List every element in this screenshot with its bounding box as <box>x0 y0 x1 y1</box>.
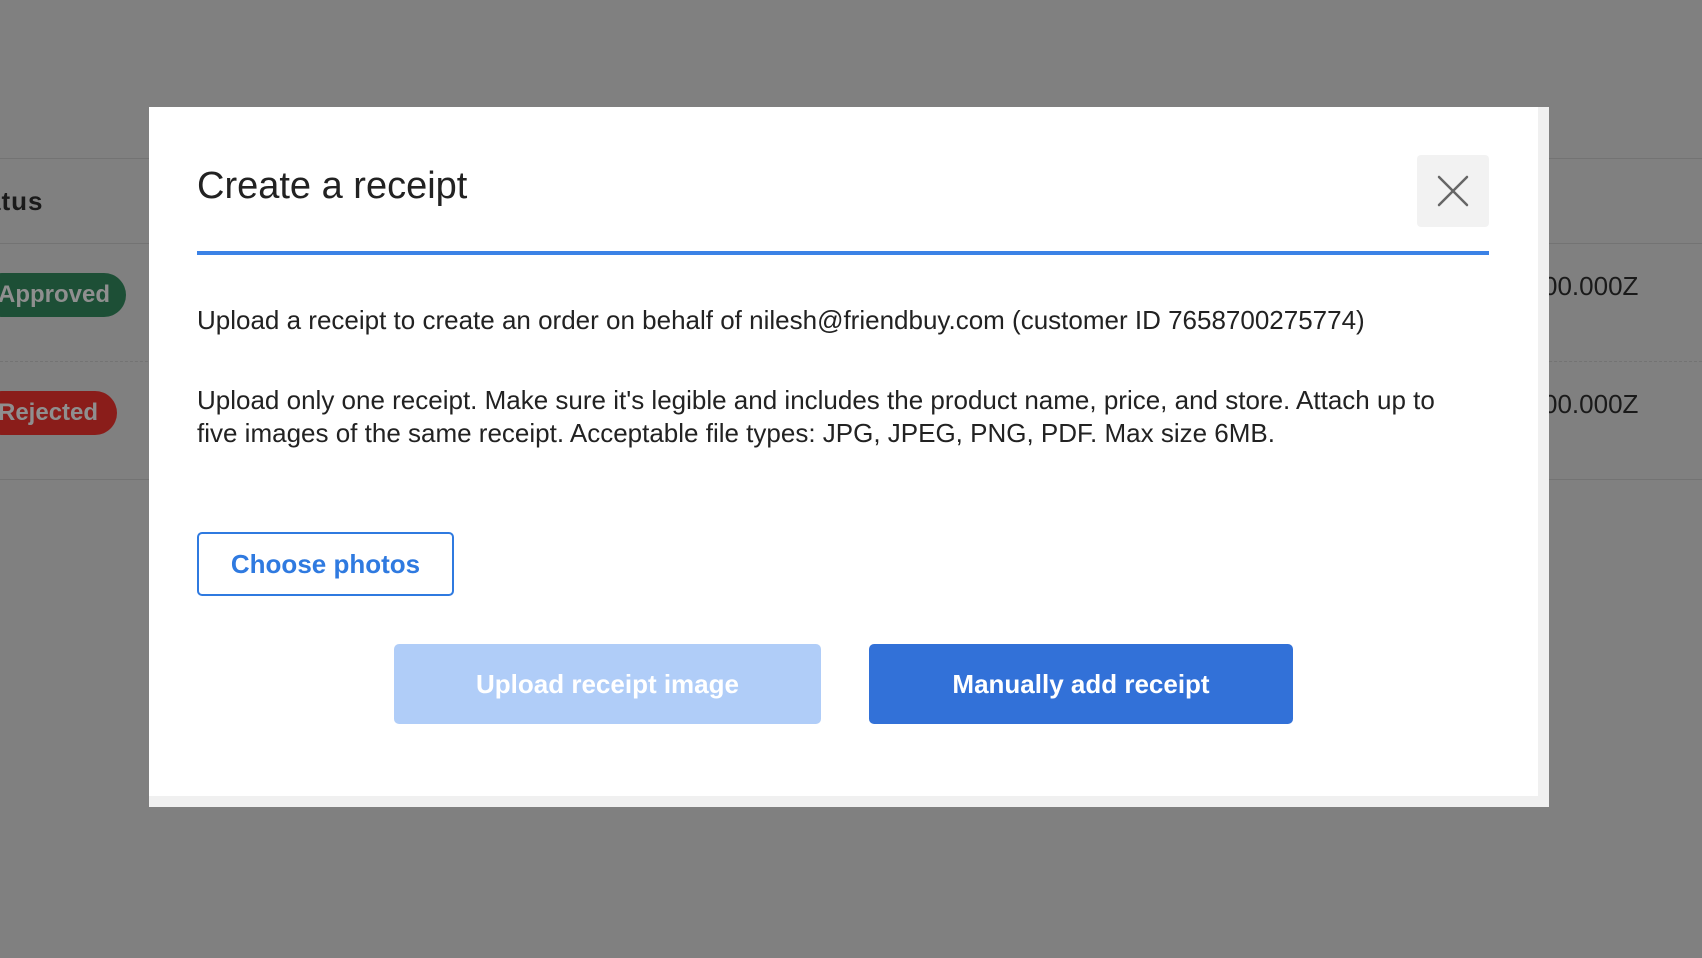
upload-receipt-image-button: Upload receipt image <box>394 644 821 724</box>
status-badge-approved: Approved <box>0 273 126 317</box>
table-cell-date: 00.000Z <box>1543 271 1639 301</box>
status-column-header: atus <box>0 186 44 216</box>
dialog-intro-text: Upload a receipt to create an order on b… <box>197 305 1365 335</box>
close-button[interactable] <box>1417 155 1489 227</box>
create-receipt-dialog: Create a receipt Upload a receipt to cre… <box>149 107 1549 807</box>
title-divider <box>197 251 1489 255</box>
vertical-scrollbar[interactable] <box>1538 107 1549 807</box>
table-cell-date: 00.000Z <box>1543 389 1639 419</box>
manually-add-receipt-button[interactable]: Manually add receipt <box>869 644 1293 724</box>
dialog-title: Create a receipt <box>197 165 468 207</box>
upload-instructions: Upload only one receipt. Make sure it's … <box>197 385 1435 448</box>
choose-photos-button[interactable]: Choose photos <box>197 532 454 596</box>
status-badge-rejected: Rejected <box>0 391 117 435</box>
horizontal-scrollbar[interactable] <box>149 796 1549 807</box>
close-icon <box>1437 175 1469 207</box>
